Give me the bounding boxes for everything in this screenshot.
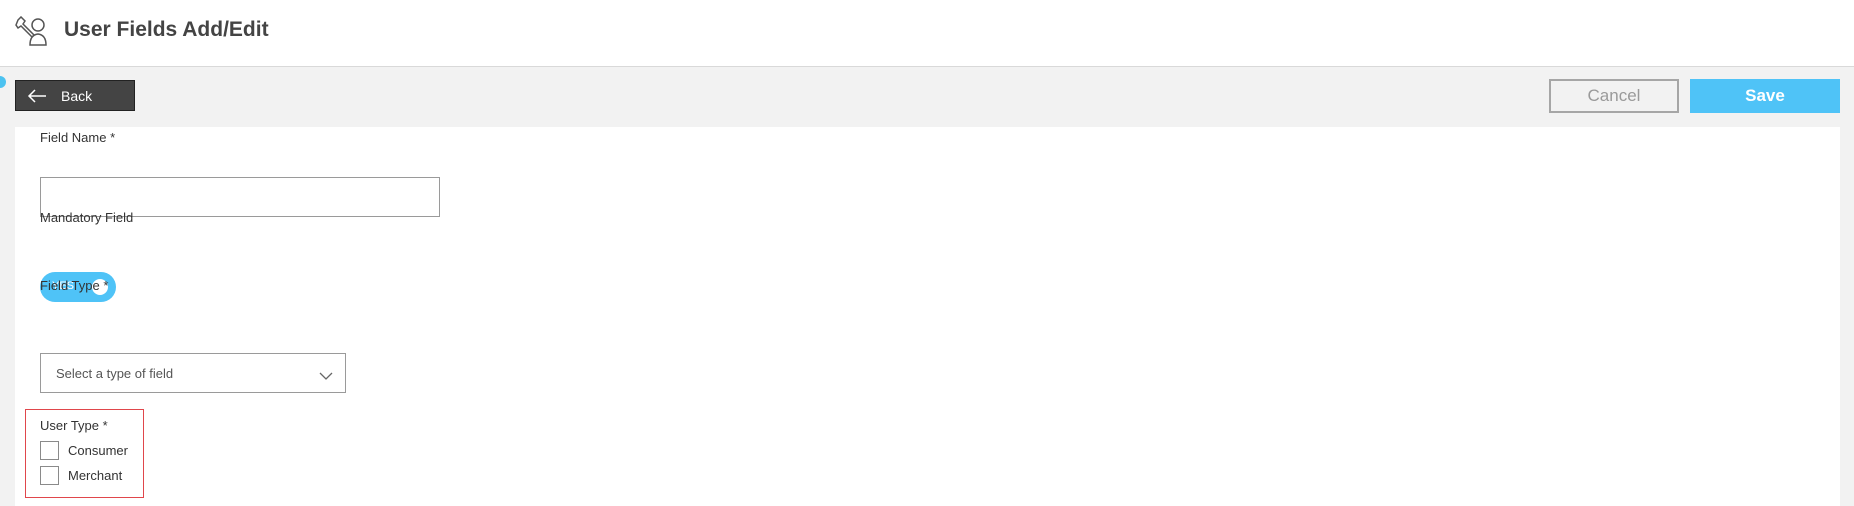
action-toolbar: Back Cancel Save: [0, 67, 1854, 127]
page-title: User Fields Add/Edit: [64, 18, 269, 41]
form-panel: Field Name * Mandatory Field YES Field T…: [15, 127, 1840, 506]
consumer-checkbox[interactable]: [40, 441, 59, 460]
mandatory-field-label: Mandatory Field: [40, 210, 134, 225]
merchant-label: Merchant: [68, 468, 123, 483]
field-name-label: Field Name *: [40, 130, 116, 145]
arrow-left-icon: [27, 88, 47, 104]
save-button[interactable]: Save: [1690, 79, 1840, 113]
merchant-checkbox[interactable]: [40, 466, 59, 485]
wrench-person-icon: [15, 15, 49, 48]
user-type-label: User Type *: [40, 418, 108, 433]
back-button[interactable]: Back: [15, 80, 135, 111]
field-type-label: Field Type *: [40, 278, 109, 293]
field-type-select[interactable]: Select a type of field: [40, 353, 346, 393]
chevron-down-icon: [319, 368, 333, 380]
user-type-group: User Type * Consumer Merchant: [25, 409, 144, 498]
page-header: User Fields Add/Edit: [0, 0, 1854, 67]
back-button-label: Back: [61, 88, 93, 104]
cancel-button[interactable]: Cancel: [1549, 79, 1679, 113]
field-type-placeholder: Select a type of field: [56, 366, 174, 381]
consumer-label: Consumer: [68, 443, 128, 458]
notification-dot: [0, 76, 6, 88]
